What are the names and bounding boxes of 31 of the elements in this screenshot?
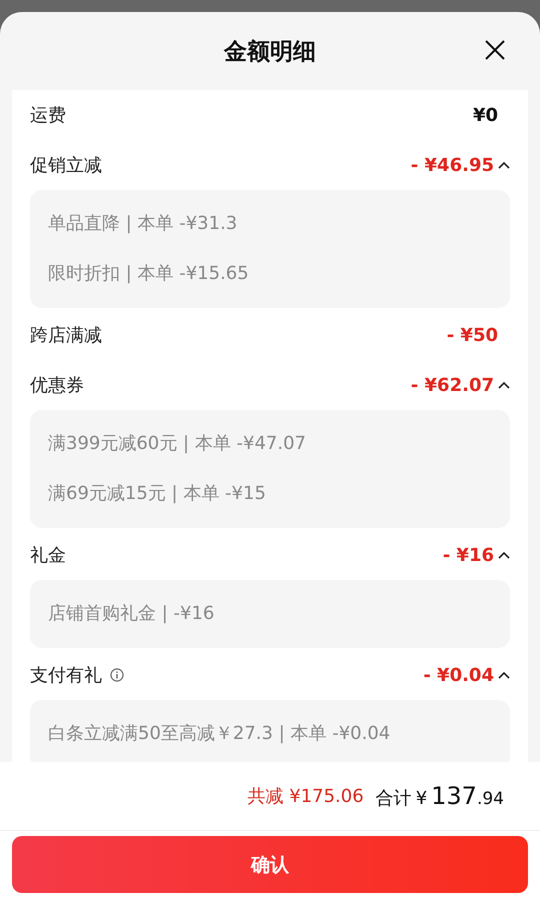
item-amount: - ¥0.04 — [423, 664, 494, 686]
confirm-button[interactable]: 确认 — [12, 836, 528, 893]
info-icon[interactable] — [110, 668, 124, 682]
caret-up-icon[interactable] — [498, 161, 510, 169]
item-label: 支付有礼 — [30, 664, 102, 687]
item-label: 运费 — [30, 104, 66, 127]
item-amount: - ¥50 — [446, 324, 498, 346]
total-integer: 137 — [431, 782, 477, 810]
item-amount: - ¥62.07 — [410, 374, 494, 396]
total-saved: 共减 ¥175.06 — [248, 785, 364, 808]
total-label: 合计 — [376, 787, 412, 810]
item-label: 促销立减 — [30, 154, 102, 177]
detail-line: 店铺首购礼金 | -¥16 — [48, 602, 216, 626]
item-label: 优惠券 — [30, 374, 84, 397]
detail-line: 白条立减满50至高减￥27.3 | 本单 -¥0.04 — [48, 722, 392, 746]
total-decimal: .94 — [476, 789, 504, 809]
sheet-title: 金额明细 — [224, 38, 316, 66]
detail-line: 限时折扣 | 本单 -¥15.65 — [48, 262, 250, 286]
detail-line: 满69元减15元 | 本单 -¥15 — [48, 482, 267, 506]
detail-line: 满399元减60元 | 本单 -¥47.07 — [48, 432, 307, 456]
caret-up-icon[interactable] — [498, 671, 510, 679]
detail-line: 单品直降 | 本单 -¥31.3 — [48, 212, 238, 236]
caret-up-icon[interactable] — [498, 381, 510, 389]
close-icon[interactable] — [485, 40, 505, 60]
item-label: 礼金 — [30, 544, 66, 567]
item-amount: - ¥16 — [442, 544, 494, 566]
item-amount: ¥0 — [472, 104, 498, 126]
caret-up-icon[interactable] — [498, 551, 510, 559]
currency-sign: ¥ — [416, 788, 428, 809]
item-label: 跨店满减 — [30, 324, 102, 347]
item-amount: - ¥46.95 — [410, 154, 494, 176]
